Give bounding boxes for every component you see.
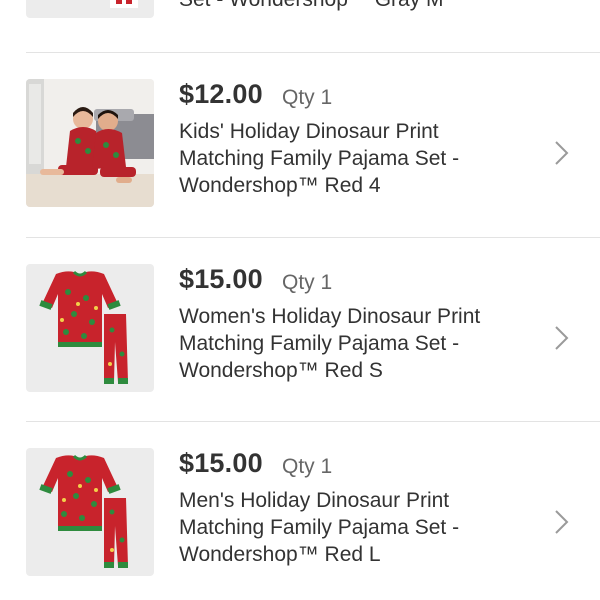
- list-item[interactable]: $15.00 Qty 1 Men's Holiday Dinosaur Prin…: [0, 422, 600, 600]
- item-quantity: Qty 1: [282, 86, 333, 109]
- chevron-right-icon[interactable]: [552, 507, 572, 537]
- item-description: Set - Wondershop™ Gray M: [179, 0, 444, 12]
- order-items-list: Set - Wondershop™ Gray M: [0, 0, 600, 600]
- item-description: Men's Holiday Dinosaur Print Matching Fa…: [179, 487, 539, 568]
- item-description-line: Wondershop™ Red L: [179, 543, 381, 566]
- item-description-line: Matching Family Pajama Set -: [179, 332, 460, 355]
- list-item[interactable]: $15.00 Qty 1 Women's Holiday Dinosaur Pr…: [0, 238, 600, 420]
- chevron-right-icon[interactable]: [552, 323, 572, 353]
- item-thumbnail: [26, 0, 154, 18]
- item-description-line: Women's Holiday Dinosaur Print: [179, 305, 481, 328]
- item-description-line: Matching Family Pajama Set -: [179, 516, 460, 539]
- item-quantity: Qty 1: [282, 271, 333, 294]
- item-description-line: Wondershop™ Red 4: [179, 174, 381, 197]
- item-thumbnail: [26, 448, 154, 576]
- item-quantity: Qty 1: [282, 455, 333, 478]
- chevron-right-icon[interactable]: [552, 138, 572, 168]
- item-price: $15.00: [179, 448, 263, 478]
- item-description: Women's Holiday Dinosaur Print Matching …: [179, 303, 539, 384]
- item-description-line: Kids' Holiday Dinosaur Print: [179, 120, 439, 143]
- list-item-partial[interactable]: Set - Wondershop™ Gray M: [0, 0, 600, 52]
- item-description-line: Men's Holiday Dinosaur Print: [179, 489, 450, 512]
- item-thumbnail: [26, 79, 154, 207]
- item-thumbnail: [26, 264, 154, 392]
- item-price: $15.00: [179, 264, 263, 294]
- item-description-line: Wondershop™ Red S: [179, 359, 383, 382]
- item-description-line: Matching Family Pajama Set -: [179, 147, 460, 170]
- list-item[interactable]: $12.00 Qty 1 Kids' Holiday Dinosaur Prin…: [0, 53, 600, 235]
- item-price: $12.00: [179, 79, 263, 109]
- item-description: Kids' Holiday Dinosaur Print Matching Fa…: [179, 118, 539, 199]
